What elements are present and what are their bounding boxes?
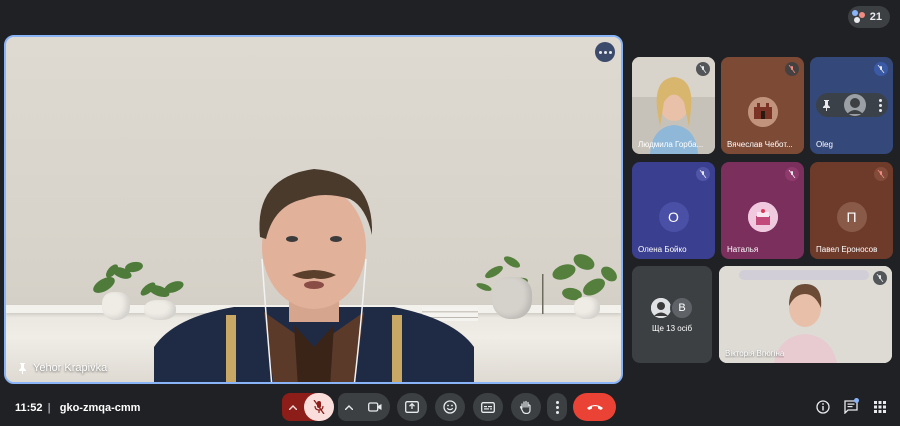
participant-tile[interactable]: Oleg xyxy=(810,57,893,154)
participant-tile[interactable]: П Павел Ероносов xyxy=(810,162,893,259)
participant-name: Олена Бойко xyxy=(638,245,687,254)
more-vert-icon xyxy=(555,400,559,414)
main-speaker-name: Yehor Krapivka xyxy=(33,362,108,374)
tile-options-button[interactable] xyxy=(595,42,615,62)
mic-off-indicator xyxy=(785,167,799,181)
participant-name: Oleg xyxy=(816,140,833,149)
meeting-info: 11:52 | gko-zmqa-cmm xyxy=(15,402,141,414)
avatar: B xyxy=(670,296,694,320)
avatar xyxy=(747,202,778,232)
mic-off-icon xyxy=(788,65,796,73)
toggle-camera-button[interactable] xyxy=(360,393,390,421)
avatar xyxy=(844,94,866,116)
activities-button[interactable] xyxy=(871,398,889,416)
chevron-up-icon xyxy=(289,404,297,410)
raise-hand-icon xyxy=(519,400,531,414)
participant-tile[interactable]: Людмила Горба... xyxy=(632,57,715,154)
main-speaker-tile[interactable]: Yehor Krapivka xyxy=(4,35,623,384)
more-participants-label: Ще 13 осіб xyxy=(652,324,693,333)
toggle-mic-button[interactable] xyxy=(304,393,334,421)
mic-off-indicator xyxy=(874,167,888,181)
emoji-button[interactable] xyxy=(435,393,465,421)
pin-icon[interactable] xyxy=(822,99,831,111)
camera-control-group[interactable] xyxy=(338,393,390,421)
avatar: О xyxy=(658,202,689,232)
participant-name: Вікторія Вгюгіна xyxy=(725,349,785,358)
activities-icon xyxy=(874,401,886,413)
raise-hand-button[interactable] xyxy=(511,393,541,421)
mic-off-icon xyxy=(313,400,325,414)
participant-tile[interactable]: Вікторія Вгюгіна xyxy=(719,266,892,363)
people-icon xyxy=(851,10,866,24)
vase xyxy=(492,277,532,319)
chat-notification-dot xyxy=(854,398,859,403)
captions-button[interactable] xyxy=(473,393,503,421)
video-options-button[interactable] xyxy=(338,393,360,421)
mic-off-indicator xyxy=(874,62,888,76)
present-button[interactable] xyxy=(397,393,427,421)
more-vert-icon[interactable] xyxy=(879,98,882,112)
avatar: П xyxy=(836,202,867,232)
end-call-icon xyxy=(586,405,603,410)
avatar xyxy=(747,97,778,127)
participant-tile[interactable]: Вячеслав Чебот... xyxy=(721,57,804,154)
captions-icon xyxy=(481,401,495,413)
participant-name: Павел Ероносов xyxy=(816,245,878,254)
participant-count-badge[interactable]: 21 xyxy=(847,6,890,28)
chat-button[interactable] xyxy=(842,398,860,416)
meeting-code: gko-zmqa-cmm xyxy=(59,402,141,414)
mic-off-icon xyxy=(788,170,796,178)
tile-hover-controls xyxy=(816,93,888,117)
more-participants-tile[interactable]: B Ще 13 осіб xyxy=(632,266,712,363)
more-dot-icon xyxy=(598,50,602,54)
chevron-up-icon xyxy=(345,404,353,410)
avatar-image xyxy=(747,202,778,232)
main-speaker-label: Yehor Krapivka xyxy=(18,362,107,374)
pin-icon xyxy=(19,362,26,374)
meeting-details-button[interactable] xyxy=(814,398,832,416)
more-options-button[interactable] xyxy=(547,393,567,421)
mic-control-group[interactable] xyxy=(282,393,334,421)
avatar-image xyxy=(747,97,778,127)
mic-off-icon xyxy=(699,65,707,73)
present-icon xyxy=(405,401,419,413)
speaker-video xyxy=(154,169,474,382)
mic-off-indicator xyxy=(696,167,710,181)
participant-tile[interactable]: Наталья xyxy=(721,162,804,259)
mic-off-icon xyxy=(699,170,707,178)
participant-tile[interactable]: О Олена Бойко xyxy=(632,162,715,259)
clock-time: 11:52 xyxy=(15,402,43,414)
camera-icon xyxy=(368,402,382,412)
info-icon xyxy=(816,400,830,414)
mic-off-icon xyxy=(876,274,884,282)
audio-options-button[interactable] xyxy=(282,393,304,421)
emoji-icon xyxy=(443,400,457,414)
participant-count: 21 xyxy=(869,11,882,23)
mic-off-icon xyxy=(877,65,885,73)
mic-off-indicator xyxy=(696,62,710,76)
participant-name: Людмила Горба... xyxy=(638,140,704,149)
mic-off-indicator xyxy=(785,62,799,76)
mic-off-indicator xyxy=(873,271,887,285)
participant-name: Наталья xyxy=(727,245,759,254)
participant-name: Вячеслав Чебот... xyxy=(727,140,793,149)
leave-call-button[interactable] xyxy=(573,393,616,421)
avatar-image xyxy=(651,298,671,318)
mic-off-icon xyxy=(877,170,885,178)
